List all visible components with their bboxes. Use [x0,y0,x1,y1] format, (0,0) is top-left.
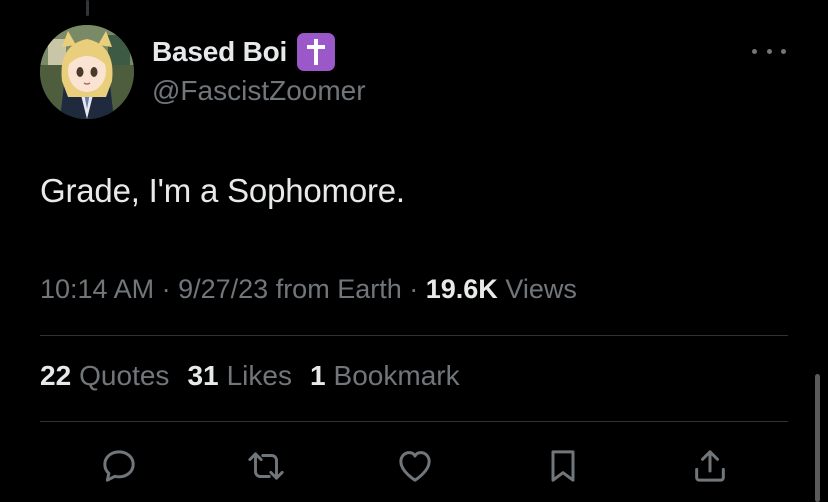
tweet-time[interactable]: 10:14 AM [40,274,154,304]
bookmarks-stat[interactable]: 1 Bookmark [310,360,460,392]
more-dot [752,48,757,54]
bookmark-icon[interactable] [541,444,585,488]
bookmarks-label: Bookmark [333,360,460,391]
likes-stat[interactable]: 31 Likes [187,360,292,392]
tweet-author: Based Boi @FascistZoomer [152,32,366,110]
tweet-text: Grade, I'm a Sophomore. [40,172,405,209]
likes-label: Likes [226,360,292,391]
quotes-count: 22 [40,360,72,391]
avatar-image [40,25,134,119]
tweet-metadata: 10:14 AM · 9/27/23 from Earth · 19.6K Vi… [40,274,577,304]
likes-count: 31 [187,360,219,391]
thread-connector-line [86,0,89,16]
more-dot [781,48,786,54]
author-display-name[interactable]: Based Boi [152,36,287,68]
quotes-label: Quotes [79,360,170,391]
engagement-stats: 22 Quotes 31 Likes 1 Bookmark [40,360,478,392]
tweet-action-bar [0,444,828,488]
latin-cross-emoji-icon [297,33,336,71]
author-handle[interactable]: @FascistZoomer [152,72,366,110]
author-name-row: Based Boi [152,32,366,72]
quotes-stat[interactable]: 22 Quotes [40,360,169,392]
views-count: 19.6K [425,274,498,304]
more-dot [766,48,772,54]
tweet-date[interactable]: 9/27/23 [178,274,268,304]
scrollbar[interactable] [815,374,820,502]
retweet-icon[interactable] [244,444,288,488]
bookmarks-count: 1 [309,360,326,391]
divider [40,421,788,422]
avatar[interactable] [40,25,134,119]
tweet-source: from Earth [275,274,402,304]
views-label: Views [505,274,577,304]
like-icon[interactable] [393,444,437,488]
divider [40,335,788,336]
more-options-icon[interactable] [752,46,786,56]
reply-icon[interactable] [97,444,141,488]
share-icon[interactable] [688,444,732,488]
